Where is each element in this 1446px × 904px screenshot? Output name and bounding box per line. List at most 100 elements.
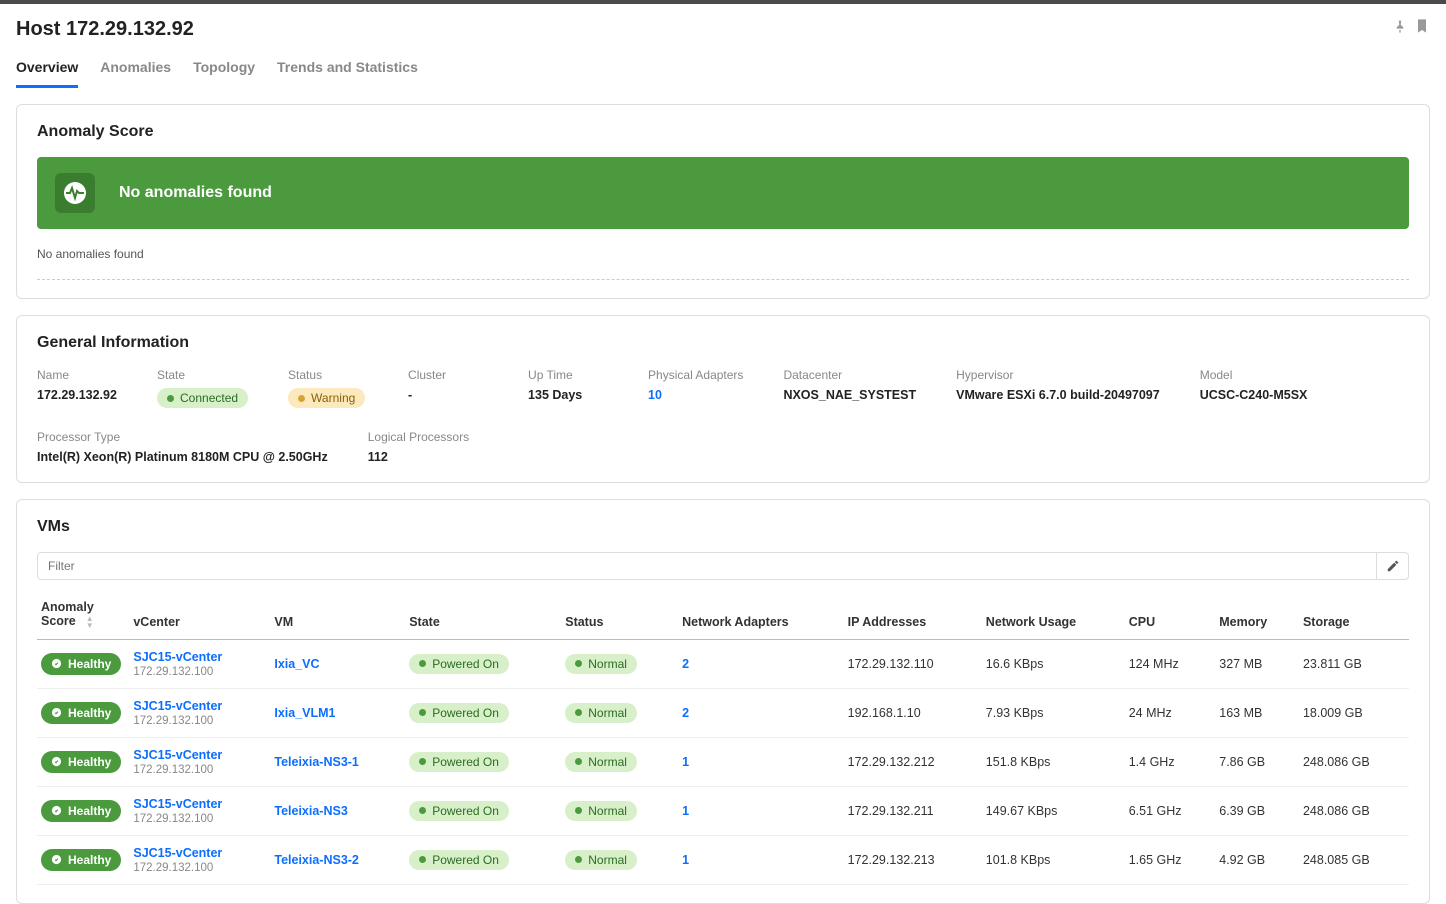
check-circle-icon [51, 756, 62, 767]
cell-state: Powered On [405, 737, 561, 786]
table-row: HealthySJC15-vCenter172.29.132.100Ixia_V… [37, 688, 1409, 737]
column-status[interactable]: Status [561, 590, 678, 639]
vcenter-ip: 172.29.132.100 [133, 715, 262, 727]
info-label: Model [1200, 368, 1308, 382]
adapters-link[interactable]: 1 [682, 853, 689, 867]
info-value: UCSC-C240-M5SX [1200, 388, 1308, 402]
pill-text: Healthy [68, 755, 111, 769]
info-label: Up Time [528, 368, 608, 382]
pill-healthy: Healthy [41, 800, 121, 822]
vcenter-ip: 172.29.132.100 [133, 666, 262, 678]
edit-columns-button[interactable] [1376, 553, 1408, 579]
table-row: HealthySJC15-vCenter172.29.132.100Teleix… [37, 786, 1409, 835]
info-physical-adapters: Physical Adapters10 [648, 368, 743, 408]
cell-net-usage: 16.6 KBps [982, 639, 1125, 688]
column-state[interactable]: State [405, 590, 561, 639]
pencil-icon [1386, 559, 1400, 573]
tab-overview[interactable]: Overview [16, 59, 78, 88]
status-dot-icon [575, 660, 582, 667]
status-dot-icon [575, 807, 582, 814]
adapters-link[interactable]: 1 [682, 755, 689, 769]
column-cpu[interactable]: CPU [1125, 590, 1216, 639]
vcenter-link[interactable]: SJC15-vCenter [133, 797, 262, 811]
general-info-card: General Information Name172.29.132.92Sta… [16, 315, 1430, 483]
pill-text: Powered On [432, 755, 499, 769]
status-dot-icon [575, 709, 582, 716]
pill-powered-on: Powered On [409, 850, 509, 870]
pill-normal: Normal [565, 850, 637, 870]
pill-text: Normal [588, 853, 627, 867]
pill-normal: Normal [565, 801, 637, 821]
check-circle-icon [51, 805, 62, 816]
column-network-usage[interactable]: Network Usage [982, 590, 1125, 639]
column-memory[interactable]: Memory [1215, 590, 1299, 639]
tab-topology[interactable]: Topology [193, 59, 255, 88]
cell-memory: 4.92 GB [1215, 835, 1299, 884]
bookmark-icon[interactable] [1414, 18, 1430, 37]
status-dot-icon [419, 660, 426, 667]
sort-arrows-icon[interactable]: ▲▼ [86, 615, 94, 629]
cell-adapters: 1 [678, 737, 844, 786]
vcenter-link[interactable]: SJC15-vCenter [133, 748, 262, 762]
adapters-link[interactable]: 1 [682, 804, 689, 818]
vcenter-link[interactable]: SJC15-vCenter [133, 650, 262, 664]
cell-state: Powered On [405, 639, 561, 688]
info-hypervisor: HypervisorVMware ESXi 6.7.0 build-204970… [956, 368, 1160, 408]
info-value-link[interactable]: 10 [648, 388, 743, 402]
adapters-link[interactable]: 2 [682, 657, 689, 671]
vcenter-link[interactable]: SJC15-vCenter [133, 846, 262, 860]
info-value: 172.29.132.92 [37, 388, 117, 402]
column-network-adapters[interactable]: Network Adapters [678, 590, 844, 639]
status-dot-icon [167, 395, 174, 402]
cell-anomaly: Healthy [37, 639, 129, 688]
cell-ip: 172.29.132.211 [844, 786, 982, 835]
adapters-link[interactable]: 2 [682, 706, 689, 720]
column-ip-addresses[interactable]: IP Addresses [844, 590, 982, 639]
vm-link[interactable]: Teleixia-NS3-1 [274, 755, 359, 769]
vcenter-link[interactable]: SJC15-vCenter [133, 699, 262, 713]
pill-text: Healthy [68, 657, 111, 671]
cell-state: Powered On [405, 688, 561, 737]
tab-anomalies[interactable]: Anomalies [100, 59, 171, 88]
vm-link[interactable]: Teleixia-NS3 [274, 804, 347, 818]
info-value: - [408, 388, 488, 402]
vcenter-ip: 172.29.132.100 [133, 764, 262, 776]
pill-powered-on: Powered On [409, 801, 509, 821]
column-vm[interactable]: VM [270, 590, 405, 639]
info-value: NXOS_NAE_SYSTEST [783, 388, 916, 402]
no-anomalies-footer-text: No anomalies found [37, 247, 1409, 261]
pin-icon[interactable] [1392, 18, 1408, 37]
info-up-time: Up Time135 Days [528, 368, 608, 408]
cell-net-usage: 7.93 KBps [982, 688, 1125, 737]
vms-table: AnomalyScore▲▼vCenterVMStateStatusNetwor… [37, 590, 1409, 885]
vm-link[interactable]: Teleixia-NS3-2 [274, 853, 359, 867]
pill-text: Warning [311, 391, 355, 405]
pill-healthy: Healthy [41, 751, 121, 773]
vms-title: VMs [37, 518, 1409, 536]
vm-link[interactable]: Ixia_VLM1 [274, 706, 335, 720]
anomaly-card-title: Anomaly Score [37, 123, 1409, 141]
column-storage[interactable]: Storage [1299, 590, 1409, 639]
cell-status: Normal [561, 639, 678, 688]
info-label: Processor Type [37, 430, 328, 444]
banner-text: No anomalies found [119, 184, 272, 202]
column-vcenter[interactable]: vCenter [129, 590, 270, 639]
tab-trends-and-statistics[interactable]: Trends and Statistics [277, 59, 418, 88]
cell-vcenter: SJC15-vCenter 172.29.132.100 [129, 737, 270, 786]
cell-cpu: 124 MHz [1125, 639, 1216, 688]
filter-input[interactable] [38, 553, 1376, 579]
vm-link[interactable]: Ixia_VC [274, 657, 319, 671]
vcenter-ip: 172.29.132.100 [133, 862, 262, 874]
pill-text: Normal [588, 804, 627, 818]
check-circle-icon [51, 658, 62, 669]
table-row: Healthy SJC15-vCenter 172.29.132.100 Ixia_V… [37, 639, 1409, 688]
info-name: Name172.29.132.92 [37, 368, 117, 408]
info-value: 112 [368, 450, 469, 464]
cell-status: Normal [561, 737, 678, 786]
cell-state: Powered On [405, 786, 561, 835]
table-row: Healthy SJC15-vCenter 172.29.132.100 Teleix… [37, 737, 1409, 786]
cell-status: Normal [561, 786, 678, 835]
cell-vcenter: SJC15-vCenter 172.29.132.100 [129, 639, 270, 688]
cell-vcenter: SJC15-vCenter 172.29.132.100 [129, 688, 270, 737]
column-anomaly-score[interactable]: AnomalyScore▲▼ [37, 590, 129, 639]
